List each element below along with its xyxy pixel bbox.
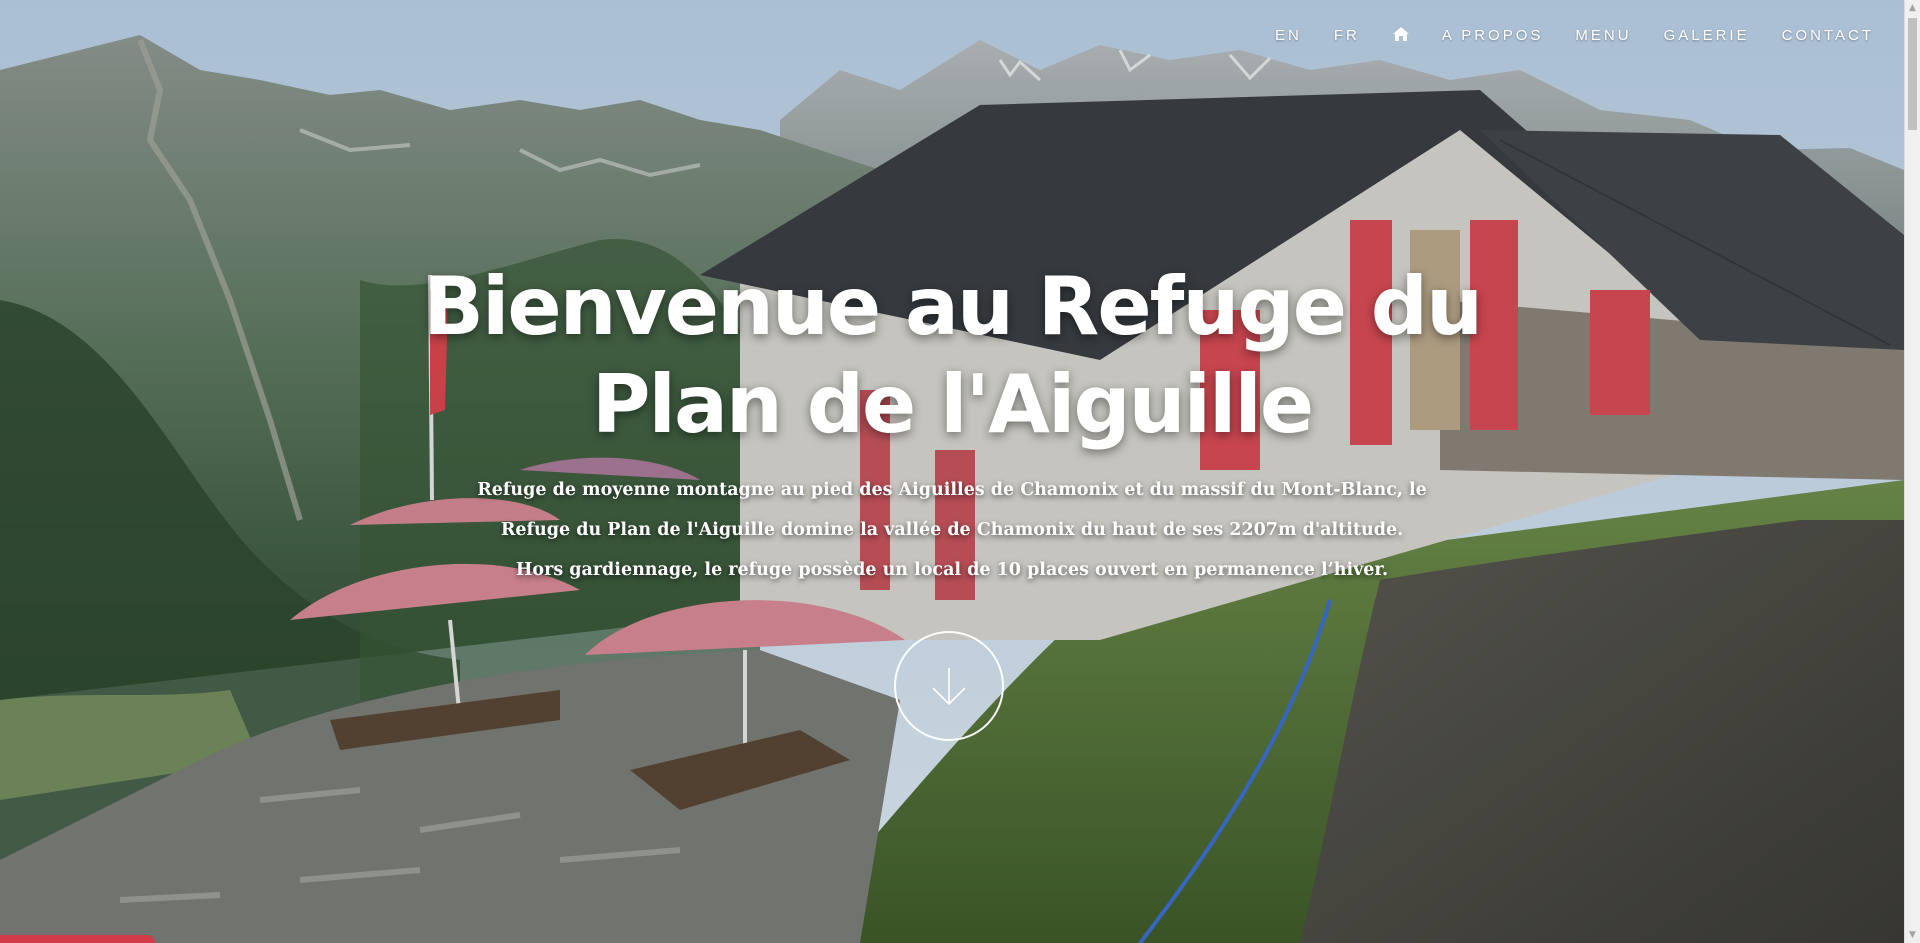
hero-description-line-2: Refuge du Plan de l'Aiguille domine la v… (500, 520, 1404, 540)
vertical-scrollbar[interactable]: ▲ ▼ (1904, 0, 1920, 943)
nav-item-en[interactable]: EN (1259, 26, 1318, 46)
nav-item-home[interactable] (1376, 26, 1426, 46)
arrow-down-icon (932, 668, 966, 706)
nav-item-contact[interactable]: CONTACT (1766, 26, 1890, 46)
home-icon (1392, 27, 1409, 41)
nav-item-fr[interactable]: FR (1318, 26, 1376, 46)
nav-item-galerie[interactable]: GALERIE (1648, 26, 1766, 46)
hero-description: Refuge de moyenne montagne au pied des A… (0, 470, 1904, 590)
scrollbar-down-arrow-icon[interactable]: ▼ (1905, 927, 1920, 943)
main-nav: EN FR A PROPOS MENU GALERIE CONTACT (1259, 26, 1890, 46)
red-badge (0, 935, 155, 943)
hero-description-line-1: Refuge de moyenne montagne au pied des A… (477, 480, 1427, 500)
nav-item-a-propos[interactable]: A PROPOS (1426, 26, 1560, 46)
scroll-down-button[interactable] (894, 631, 1004, 741)
hero-title-line-2: Plan de l'Aiguille (591, 358, 1314, 451)
hero-description-line-3: Hors gardiennage, le refuge possède un l… (515, 560, 1389, 580)
nav-item-menu[interactable]: MENU (1559, 26, 1647, 46)
hero-title: Bienvenue au Refuge du Plan de l'Aiguill… (0, 258, 1904, 454)
scrollbar-up-arrow-icon[interactable]: ▲ (1905, 0, 1920, 16)
hero-title-line-1: Bienvenue au Refuge du (422, 260, 1483, 353)
scrollbar-thumb[interactable] (1908, 18, 1917, 130)
